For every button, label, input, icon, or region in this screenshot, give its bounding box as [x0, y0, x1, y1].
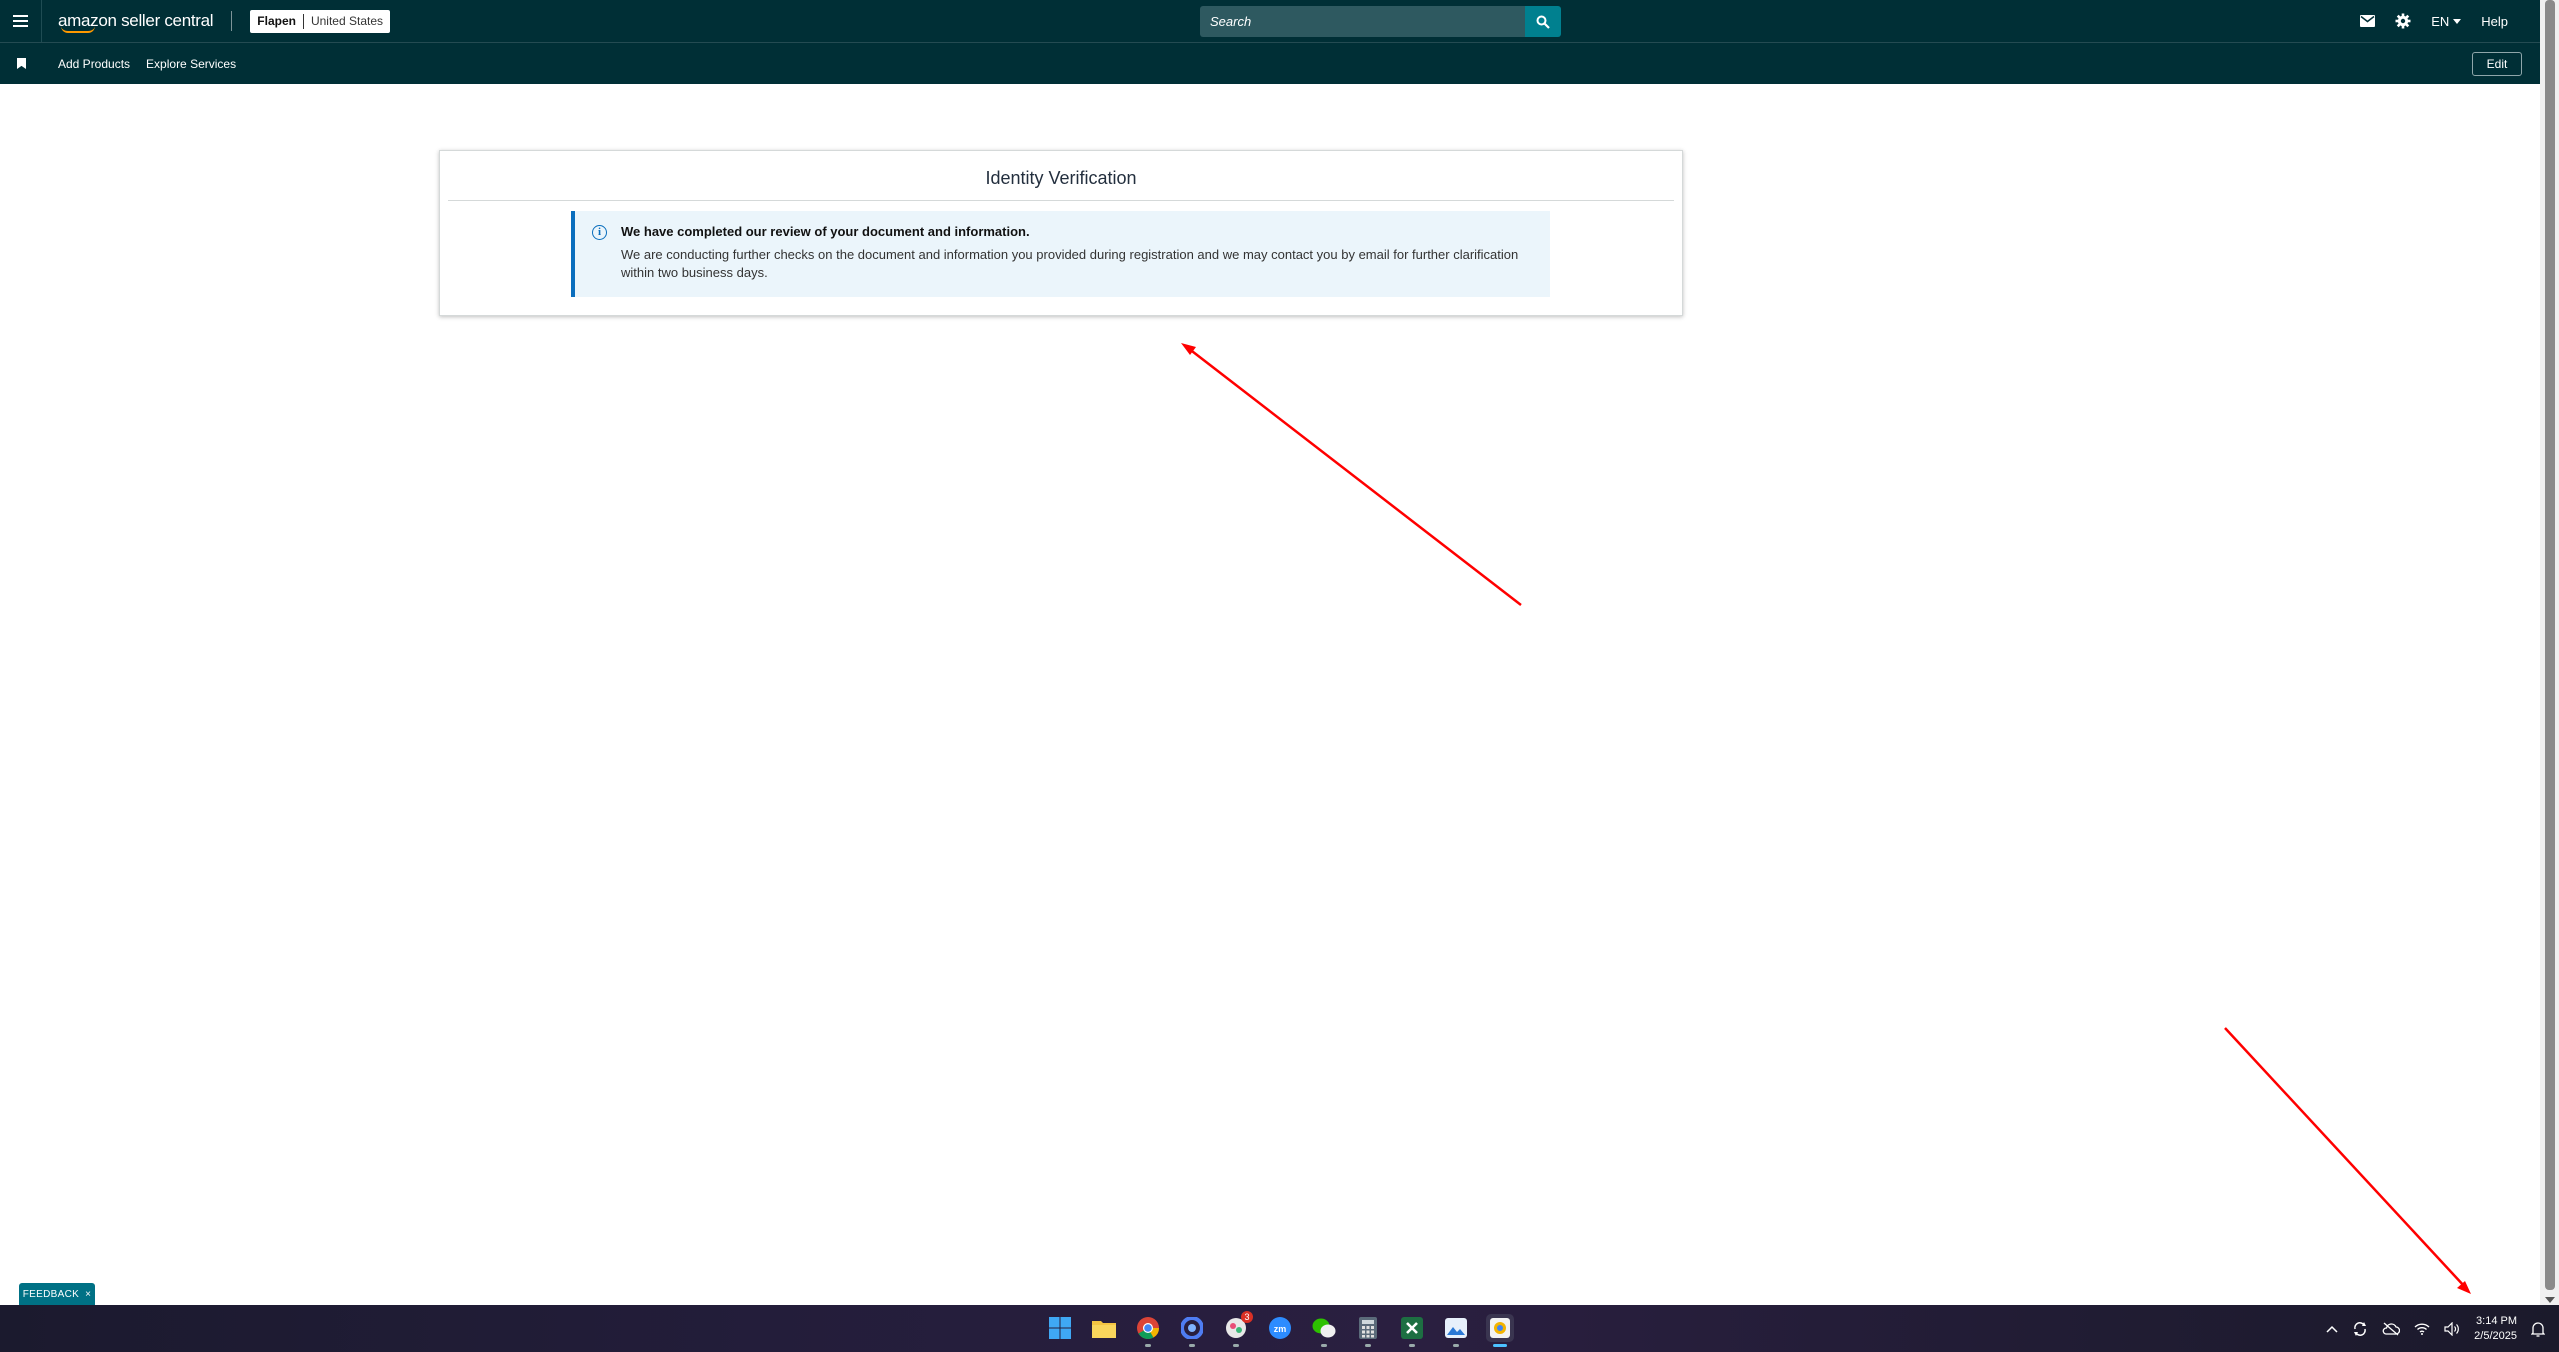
- scroll-down-arrow-icon[interactable]: [2545, 1297, 2555, 1303]
- running-indicator: [1453, 1344, 1459, 1347]
- messages-button[interactable]: [2360, 15, 2376, 27]
- gear-icon: [2395, 13, 2411, 29]
- search-input[interactable]: [1200, 6, 1525, 37]
- scrollbar-thumb[interactable]: [2545, 0, 2555, 1290]
- wifi-tray-button[interactable]: [2414, 1322, 2430, 1335]
- language-label: EN: [2431, 13, 2450, 29]
- volume-tray-button[interactable]: [2444, 1321, 2460, 1336]
- help-link[interactable]: Help: [2481, 14, 2508, 29]
- info-alert: i We have completed our review of your d…: [571, 211, 1550, 297]
- running-indicator: [1145, 1344, 1151, 1347]
- clock-date: 2/5/2025: [2474, 1329, 2517, 1342]
- app-logo-icon: [1181, 1317, 1203, 1339]
- search-icon: [1536, 15, 1550, 29]
- folder-icon: [1092, 1321, 1116, 1338]
- speaker-icon: [2444, 1321, 2460, 1336]
- top-header: amazon seller central Flapen United Stat…: [0, 0, 2540, 42]
- amazon-seller-central-logo[interactable]: amazon seller central: [58, 6, 214, 36]
- cloud-offline-icon: [2382, 1322, 2401, 1335]
- chevron-down-icon: [2453, 18, 2462, 24]
- chevron-up-icon: [2326, 1325, 2338, 1333]
- notification-badge: 3: [1241, 1311, 1253, 1323]
- bookmark-icon[interactable]: [17, 58, 26, 69]
- running-indicator: [1409, 1344, 1415, 1347]
- hamburger-icon: [13, 20, 28, 22]
- svg-text:zm: zm: [1274, 1324, 1287, 1334]
- photos-taskbar-button[interactable]: [1442, 1314, 1470, 1347]
- system-tray: 3:14 PM 2/5/2025: [2326, 1305, 2559, 1352]
- menu-button[interactable]: [0, 0, 42, 42]
- system-clock[interactable]: 3:14 PM 2/5/2025: [2474, 1314, 2517, 1344]
- windows-start-icon: [1049, 1317, 1071, 1339]
- windows-taskbar: 3 zm 3:14 PM 2/5/2025: [0, 1305, 2559, 1352]
- start-button[interactable]: [1046, 1314, 1074, 1342]
- nav-link-add-products[interactable]: Add Products: [58, 57, 130, 71]
- search-bar: [1200, 6, 1561, 37]
- arrow-to-card: [1181, 343, 1522, 606]
- cloud-tray-button[interactable]: [2382, 1322, 2401, 1336]
- calculator-icon: [1359, 1317, 1377, 1339]
- active-indicator: [1493, 1344, 1507, 1347]
- nav-link-explore-services[interactable]: Explore Services: [146, 57, 236, 71]
- clock-time: 3:14 PM: [2476, 1314, 2517, 1327]
- header-actions: EN Help: [2360, 0, 2540, 42]
- notification-app-taskbar-button[interactable]: 3: [1222, 1311, 1253, 1347]
- running-indicator: [1321, 1344, 1327, 1347]
- account-name: Flapen: [257, 13, 304, 29]
- zoom-taskbar-button[interactable]: zm: [1266, 1314, 1294, 1342]
- amazon-smile-icon: [61, 26, 95, 33]
- zoom-icon: zm: [1269, 1317, 1291, 1339]
- wifi-icon: [2414, 1322, 2430, 1335]
- wechat-taskbar-button[interactable]: [1310, 1314, 1338, 1347]
- file-explorer-taskbar-button[interactable]: [1090, 1314, 1118, 1342]
- alert-heading: We have completed our review of your doc…: [621, 224, 1030, 239]
- page-scrollbar[interactable]: [2540, 0, 2559, 1305]
- sync-tray-button[interactable]: [2352, 1321, 2368, 1337]
- wechat-icon: [1312, 1318, 1336, 1338]
- mail-icon: [2360, 15, 2376, 27]
- calculator-taskbar-button[interactable]: [1354, 1314, 1382, 1347]
- search-button[interactable]: [1525, 6, 1561, 37]
- sync-icon: [2354, 1321, 2367, 1336]
- bell-icon: [2531, 1321, 2545, 1337]
- account-switcher[interactable]: Flapen United States: [250, 9, 390, 33]
- arrow-to-taskbar: [2224, 1027, 2471, 1294]
- feedback-label: FEEDBACK: [22, 1288, 80, 1300]
- alert-message: We are conducting further checks on the …: [621, 247, 1519, 280]
- running-indicator: [1189, 1344, 1195, 1347]
- photos-icon: [1445, 1318, 1467, 1338]
- notification-center-button[interactable]: [2531, 1321, 2545, 1337]
- identity-verification-card: Identity Verification i We have complete…: [439, 150, 1683, 316]
- edit-bookmarks-button[interactable]: Edit: [2472, 52, 2522, 76]
- excel-taskbar-button[interactable]: [1398, 1314, 1426, 1347]
- running-indicator: [1233, 1344, 1239, 1347]
- close-icon[interactable]: ×: [85, 1289, 91, 1300]
- app-taskbar-button[interactable]: [1178, 1314, 1206, 1347]
- settings-button[interactable]: [2395, 13, 2411, 29]
- running-indicator: [1365, 1344, 1371, 1347]
- chrome-icon: [1137, 1317, 1159, 1339]
- chrome-active-taskbar-button[interactable]: [1486, 1314, 1514, 1347]
- header-divider: [231, 11, 233, 31]
- feedback-button[interactable]: FEEDBACK ×: [19, 1283, 95, 1305]
- excel-icon: [1401, 1317, 1423, 1339]
- page-title: Identity Verification: [448, 151, 1674, 201]
- show-hidden-icons-button[interactable]: [2326, 1325, 2338, 1333]
- info-icon: i: [592, 225, 607, 240]
- chrome-canary-icon: [1490, 1318, 1510, 1338]
- marketplace-name: United States: [310, 14, 383, 28]
- chrome-taskbar-button[interactable]: [1134, 1314, 1162, 1347]
- language-selector[interactable]: EN: [2431, 13, 2462, 29]
- bookmark-nav-bar: Add Products Explore Services Edit: [0, 42, 2540, 84]
